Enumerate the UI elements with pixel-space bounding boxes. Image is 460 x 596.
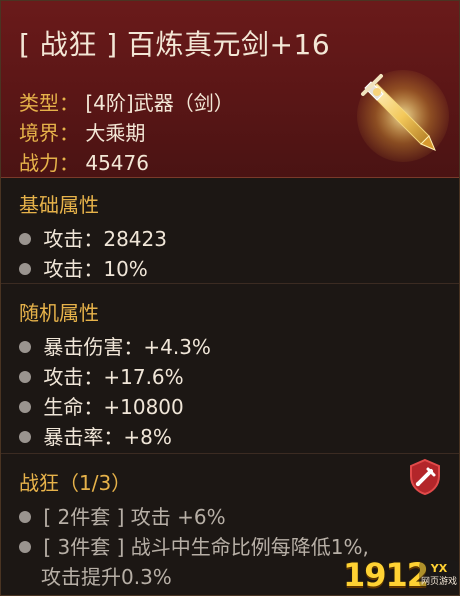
item-name: [ 战狂 ] 百炼真元剑+16 (19, 28, 331, 61)
watermark-small-text: YX (430, 562, 448, 575)
bullet-icon (19, 232, 31, 245)
set-title: 战狂（1/3） (19, 471, 132, 495)
random-attr-text-4: 暴击率：+8% (43, 425, 172, 449)
item-power-label: 战力： (19, 151, 79, 175)
bullet-icon (19, 262, 31, 275)
base-attr-text-1: 攻击：28423 (43, 227, 167, 251)
set-row-2: [ 3件套 ] 战斗中生命比例每降低1%, (19, 531, 369, 560)
item-type-value: [4阶]武器（剑） (85, 91, 234, 115)
set-text-2: [ 3件套 ] 战斗中生命比例每降低1%, (43, 535, 369, 559)
bullet-icon (19, 430, 31, 443)
random-attr-text-3: 生命：+10800 (43, 395, 184, 419)
divider (1, 453, 459, 454)
random-attrs-title: 随机属性 (19, 301, 99, 325)
bullet-icon (19, 540, 31, 553)
item-tooltip-card: [ 战狂 ] 百炼真元剑+16 类型： [4阶]武器（剑） 境界： 大乘期 战力… (0, 0, 460, 596)
random-attr-row-3: 生命：+10800 (19, 391, 184, 420)
set-row-3: 攻击提升0.3% (41, 561, 172, 590)
divider (1, 283, 459, 284)
item-realm-value: 大乘期 (85, 121, 146, 145)
item-power-row: 战力： 45476 (19, 147, 149, 176)
bullet-icon (19, 370, 31, 383)
item-realm-label: 境界： (19, 121, 79, 145)
base-attrs-title: 基础属性 (19, 193, 99, 217)
watermark-logo: 1912 YX 网页游戏 (343, 554, 459, 594)
sword-icon (357, 70, 449, 162)
base-attr-text-2: 攻击：10% (43, 257, 148, 281)
item-type-row: 类型： [4阶]武器（剑） (19, 87, 234, 116)
random-attr-row-4: 暴击率：+8% (19, 421, 172, 450)
base-attr-row-1: 攻击：28423 (19, 223, 167, 252)
item-realm-row: 境界： 大乘期 (19, 117, 145, 146)
bullet-icon (19, 510, 31, 523)
watermark-subtext: 网页游戏 (421, 575, 457, 587)
watermark-badge-icon: YX 网页游戏 (419, 560, 459, 588)
random-attr-text-1: 暴击伤害：+4.3% (43, 335, 211, 359)
set-row-1: [ 2件套 ] 攻击 +6% (19, 501, 226, 530)
set-text-1: [ 2件套 ] 攻击 +6% (43, 505, 226, 529)
item-header: [ 战狂 ] 百炼真元剑+16 类型： [4阶]武器（剑） 境界： 大乘期 战力… (1, 1, 459, 178)
item-power-value: 45476 (85, 151, 149, 175)
base-attr-row-2: 攻击：10% (19, 253, 148, 282)
item-type-label: 类型： (19, 91, 79, 115)
set-text-3: 攻击提升0.3% (41, 565, 172, 589)
bullet-icon (19, 340, 31, 353)
random-attr-text-2: 攻击：+17.6% (43, 365, 184, 389)
bullet-icon (19, 400, 31, 413)
random-attr-row-2: 攻击：+17.6% (19, 361, 184, 390)
set-shield-icon (410, 458, 440, 496)
random-attr-row-1: 暴击伤害：+4.3% (19, 331, 211, 360)
watermark-text: 1912 (343, 556, 429, 594)
